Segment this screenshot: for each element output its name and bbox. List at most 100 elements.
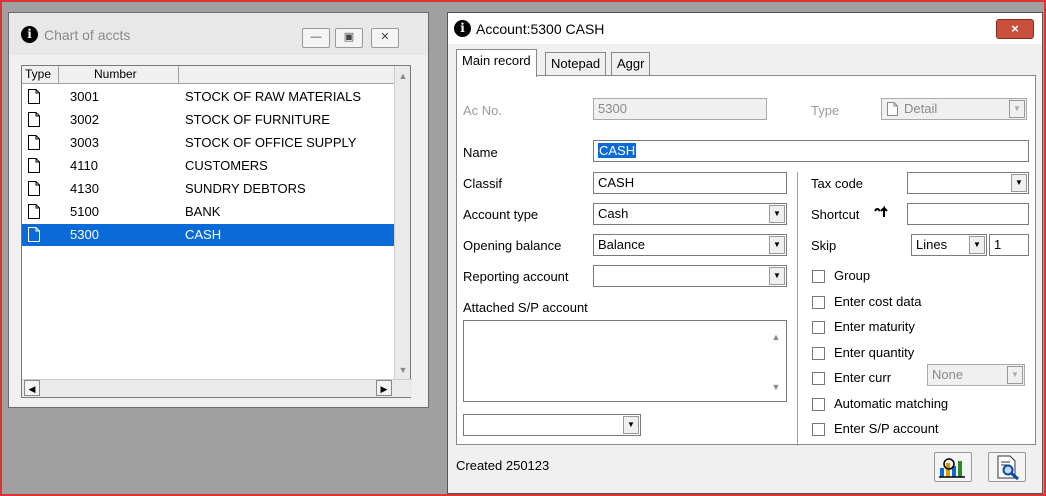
chevron-down-icon[interactable]: ▼ [623, 416, 639, 434]
chart-titlebar[interactable]: i Chart of accts — ▣ ✕ [9, 13, 428, 55]
skip-unit-select[interactable]: Lines ▼ [911, 234, 987, 256]
classif-label: Classif [463, 176, 503, 191]
tab-notepad[interactable]: Notepad [545, 52, 607, 76]
shortcut-field[interactable] [907, 203, 1029, 225]
checkbox-enter-s-p-account[interactable] [812, 423, 825, 436]
reporting-account-label: Reporting account [463, 269, 569, 284]
name-field[interactable]: CASH [593, 140, 1029, 162]
reporting-account-select[interactable]: ▼ [593, 265, 787, 287]
account-number: 3002 [70, 112, 99, 127]
account-titlebar[interactable]: i Account:5300 CASH × [448, 13, 1042, 44]
scroll-left-icon[interactable]: ◀ [24, 380, 40, 396]
checkbox-group[interactable] [812, 270, 825, 283]
document-icon [28, 204, 40, 219]
panel-divider [797, 172, 798, 446]
chevron-down-icon[interactable]: ▼ [969, 236, 985, 254]
ac-no-field: 5300 [593, 98, 767, 120]
list-header: Type Number [22, 66, 396, 84]
list-item[interactable]: 4130 SUNDRY DEBTORS [22, 178, 396, 200]
list-item[interactable]: 3002 STOCK OF FURNITURE [22, 109, 396, 131]
vertical-scrollbar[interactable]: ▲ ▼ [394, 66, 410, 380]
chevron-down-icon[interactable]: ▼ [769, 205, 785, 223]
opening-balance-select[interactable]: Balance ▼ [593, 234, 787, 256]
tab-aggr[interactable]: Aggr [611, 52, 651, 76]
account-type-select[interactable]: Cash ▼ [593, 203, 787, 225]
checkbox-enter-maturity[interactable] [812, 321, 825, 334]
list-item[interactable]: 4110 CUSTOMERS [22, 155, 396, 177]
shortcut-label: Shortcut [811, 207, 860, 222]
account-name: BANK [185, 204, 221, 219]
checkbox-label: Enter cost data [834, 293, 922, 309]
type-select: Detail ▼ [881, 98, 1027, 120]
scroll-up-icon[interactable]: ▲ [768, 329, 784, 345]
checkbox-label: Enter S/P account [834, 421, 939, 436]
document-icon [28, 158, 40, 173]
minimize-button[interactable]: — [302, 28, 330, 48]
chevron-down-icon[interactable]: ▼ [1011, 174, 1027, 192]
chart-analysis-icon [939, 458, 965, 478]
account-number: 3003 [70, 135, 99, 150]
currency-select: None ▼ [927, 364, 1025, 386]
document-icon [28, 135, 40, 150]
chevron-down-icon[interactable]: ▼ [769, 267, 785, 285]
checkbox-enter-curr[interactable] [812, 372, 825, 385]
horizontal-scrollbar[interactable]: ◀ ▶ [22, 379, 412, 397]
checkbox-label: Enter quantity [834, 344, 915, 360]
checkbox-label: Enter maturity [834, 319, 915, 334]
list-item[interactable]: 3001 STOCK OF RAW MATERIALS [22, 86, 396, 108]
opening-balance-value: Balance [598, 237, 645, 252]
list-item[interactable]: 3003 STOCK OF OFFICE SUPPLY [22, 132, 396, 154]
info-icon: i [21, 26, 38, 43]
classif-field[interactable]: CASH [593, 172, 787, 194]
info-icon: i [454, 20, 471, 37]
tax-code-select[interactable]: ▼ [907, 172, 1029, 194]
scroll-right-icon[interactable]: ▶ [376, 380, 392, 396]
opening-balance-label: Opening balance [463, 238, 562, 253]
skip-unit-value: Lines [916, 237, 948, 252]
account-name: STOCK OF RAW MATERIALS [185, 89, 362, 104]
shortcut-key-icon [874, 205, 888, 217]
attached-sp-label: Attached S/P account [463, 300, 588, 315]
skip-count-field[interactable]: 1 [989, 234, 1029, 256]
account-name: STOCK OF FURNITURE [185, 112, 330, 127]
attached-sp-select[interactable]: ▼ [463, 414, 641, 436]
main-record-panel: Ac No. 5300 Type Detail ▼ Name CASH Clas… [456, 75, 1036, 446]
scroll-up-icon[interactable]: ▲ [395, 68, 411, 84]
list-item[interactable]: 5300 CASH [22, 224, 396, 246]
scroll-down-icon[interactable]: ▼ [768, 379, 784, 395]
search-document-button[interactable] [988, 452, 1026, 482]
col-number[interactable]: Number [59, 66, 179, 84]
account-name: CASH [185, 227, 222, 242]
document-icon [28, 112, 40, 127]
tax-code-label: Tax code [811, 176, 864, 191]
close-button[interactable]: ✕ [371, 28, 399, 48]
attached-sp-textarea[interactable]: ▲ ▼ [463, 320, 787, 402]
account-number: 4130 [70, 181, 99, 196]
account-number: 4110 [70, 158, 98, 173]
checkbox-label: Automatic matching [834, 395, 949, 411]
col-type[interactable]: Type [22, 66, 59, 84]
chevron-down-icon: ▼ [1007, 366, 1023, 384]
list-item[interactable]: 5100 BANK [22, 201, 396, 223]
chevron-down-icon[interactable]: ▼ [769, 236, 785, 254]
account-number: 5300 [70, 227, 99, 242]
checkbox-label: Group [834, 268, 871, 283]
accounts-list[interactable]: Type Number 3001 STOCK OF RAW MATERIALS 30… [21, 65, 412, 398]
scroll-down-icon[interactable]: ▼ [395, 362, 411, 378]
account-type-label: Account type [463, 207, 539, 222]
checkbox-enter-cost-data[interactable] [812, 295, 825, 309]
account-name: SUNDRY DEBTORS [185, 181, 306, 196]
account-name: CUSTOMERS [185, 158, 268, 173]
maximize-button[interactable]: ▣ [335, 28, 363, 48]
account-name: STOCK OF OFFICE SUPPLY [185, 135, 357, 150]
account-analysis-button[interactable] [934, 452, 972, 482]
checkbox-enter-quantity[interactable] [812, 346, 825, 360]
name-label: Name [463, 145, 498, 160]
document-icon [28, 227, 40, 242]
checkbox-automatic-matching[interactable] [812, 397, 825, 411]
document-icon [28, 89, 40, 104]
close-button[interactable]: × [996, 19, 1034, 39]
skip-label: Skip [811, 238, 837, 253]
status-text: Created 250123 [456, 458, 550, 473]
tab-main-record[interactable]: Main record [456, 49, 537, 77]
